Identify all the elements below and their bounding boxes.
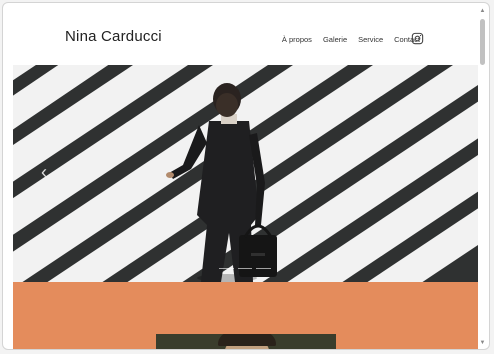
- scroll-up-icon[interactable]: ▲: [479, 7, 486, 15]
- scroll-down-icon[interactable]: ▼: [479, 339, 486, 347]
- site-title[interactable]: Nina Carducci: [65, 28, 162, 45]
- portrait-hair: [218, 334, 276, 346]
- nav-item-galerie[interactable]: Galerie: [323, 35, 347, 44]
- carousel-prev-icon[interactable]: ‹: [41, 163, 47, 181]
- instagram-icon[interactable]: [411, 32, 424, 45]
- hero-image: [13, 65, 478, 282]
- nav-item-service[interactable]: Service: [358, 35, 383, 44]
- carousel-indicator[interactable]: [219, 268, 234, 269]
- page-viewport: Nina Carducci À propos Galerie Service C…: [13, 3, 478, 349]
- vertical-scrollbar[interactable]: ▲ ▼: [479, 7, 486, 347]
- scrollbar-thumb[interactable]: [480, 19, 485, 65]
- about-section: [13, 282, 478, 349]
- nav-item-a-propos[interactable]: À propos: [282, 35, 312, 44]
- carousel-indicator[interactable]: [237, 268, 253, 269]
- site-header: Nina Carducci À propos Galerie Service C…: [13, 3, 478, 65]
- carousel-indicators: [219, 268, 272, 271]
- hero-carousel[interactable]: ‹: [13, 65, 478, 282]
- browser-frame: Nina Carducci À propos Galerie Service C…: [2, 2, 490, 350]
- portrait-image: [156, 334, 336, 349]
- main-nav: À propos Galerie Service Contact: [282, 35, 420, 44]
- carousel-indicator[interactable]: [256, 268, 272, 269]
